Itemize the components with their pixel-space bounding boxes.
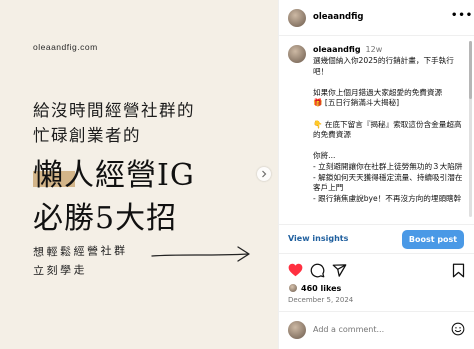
image-handwritten-line2: 立刻學走 [32,263,88,278]
caption-line: 如果你上個月錯過大家超愛的免費資源 [313,87,443,97]
caption-username-link[interactable]: oleaandfig [313,45,361,54]
next-image-button[interactable] [257,167,271,181]
share-button[interactable] [331,262,347,278]
caption-header: oleaandfig 12w [313,45,382,54]
chevron-right-icon [262,170,267,178]
post-actions [279,260,474,278]
insights-bar: View insights Boost post [279,224,474,254]
instagram-post-modal: oleaandfig.com 給沒時間經營社群的 忙碌創業者的 懶人經營IG 必… [0,0,474,349]
image-handle-text: oleaandfig.com [33,42,98,52]
caption-line: 🎁 [五日行銷滿斗大揭秘] [313,98,400,108]
boost-post-button[interactable]: Boost post [402,230,464,249]
caption-line: - 解鎖如何天天獲得穩定流量、持續吸引潛在客戶上門 [313,172,463,193]
comment-bubble-icon [310,263,324,277]
post-image[interactable]: oleaandfig.com 給沒時間經營社群的 忙碌創業者的 懶人經營IG 必… [0,0,278,349]
header-username-link[interactable]: oleaandfig [313,12,364,22]
avatar [288,321,306,339]
caption-area[interactable]: oleaandfig 12w 選幾個納入你2025的行銷計畫，下手執行吧！ 如果你… [279,37,474,224]
image-handwritten-line1: 想輕鬆經營社群 [32,244,128,259]
caption-text: 選幾個納入你2025的行銷計畫，下手執行吧！ 如果你上個月錯過大家超愛的免費資源… [313,56,465,204]
emoji-smiley-icon[interactable] [451,322,465,336]
bookmark-icon [452,263,464,277]
post-side-panel: oleaandfig ••• oleaandfig 12w 選幾個納入你2025的… [279,0,474,349]
paper-plane-icon [332,263,346,277]
caption-scrollbar[interactable] [469,41,472,217]
comment-bar [279,311,474,349]
avatar[interactable] [288,45,306,63]
likes-count[interactable]: 460 likes [301,284,341,293]
image-headline-line1: 給沒時間經營社群的 [33,101,195,120]
more-options-icon[interactable]: ••• [451,10,473,21]
arrow-right-icon [151,246,250,262]
avatar[interactable] [288,9,306,27]
caption-line: - 立刻避開讓你在社群上徒勞無功的３大陷阱 [313,161,463,171]
caption-time: 12w [365,45,383,54]
liker-avatar [288,283,298,293]
like-button[interactable] [287,262,303,278]
save-button[interactable] [450,262,466,278]
comment-input[interactable] [313,325,433,334]
image-title-line1: 懶人經營IG [33,158,195,193]
post-date: December 5, 2024 [288,296,354,304]
image-headline-line2: 忙碌創業者的 [33,126,141,145]
scrollbar-thumb[interactable] [469,41,472,99]
caption-line [313,141,465,152]
caption-line [313,109,465,120]
view-insights-link[interactable]: View insights [288,234,348,243]
likes-row[interactable]: 460 likes [288,282,341,294]
heart-filled-icon [288,263,302,277]
comment-button[interactable] [309,262,325,278]
caption-line [313,77,465,88]
post-header: oleaandfig ••• [279,0,474,36]
caption-line: - 跟行銷焦慮說bye！不再沒方向的埋頭瞎幹 [313,193,462,203]
caption-line: 選幾個納入你2025的行銷計畫，下手執行吧！ [313,56,454,76]
caption-line: 👇 在底下留言『揭秘』索取這份含金量超高的免費資源 [313,119,462,140]
image-title-line2: 必勝5大招 [33,201,178,236]
caption-line: 你將... [313,151,336,161]
